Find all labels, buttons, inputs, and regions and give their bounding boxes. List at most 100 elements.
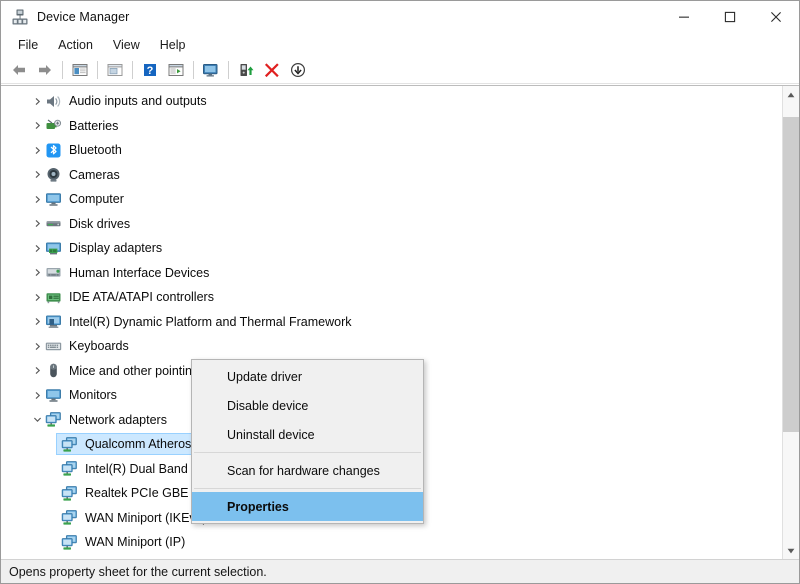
context-menu-item[interactable]: Uninstall device	[192, 420, 423, 449]
minimize-button[interactable]	[661, 1, 707, 33]
back-button[interactable]	[6, 58, 32, 82]
help-button[interactable]: ?	[137, 58, 163, 82]
scrollbar-thumb[interactable]	[783, 117, 799, 432]
tree-row-label: Display adapters	[69, 241, 168, 255]
context-menu-item[interactable]: Scan for hardware changes	[192, 456, 423, 485]
window-controls	[661, 1, 799, 33]
computer-icon	[45, 191, 62, 208]
device-manager-icon	[11, 8, 29, 26]
chevron-right-icon[interactable]	[29, 289, 45, 305]
ide-controller-icon	[45, 289, 62, 306]
tree-row[interactable]: WAN Miniport (IP)	[1, 530, 782, 555]
disable-device-button[interactable]	[285, 58, 311, 82]
keyboard-icon	[45, 338, 62, 355]
status-bar: Opens property sheet for the current sel…	[1, 559, 799, 583]
vertical-scrollbar[interactable]	[782, 86, 799, 559]
network-adapter-icon	[61, 509, 78, 526]
tree-row-label: Computer	[69, 192, 130, 206]
context-menu-separator	[194, 488, 421, 489]
window-title: Device Manager	[37, 10, 129, 24]
forward-button[interactable]	[32, 58, 58, 82]
show-hide-console-tree-button[interactable]	[67, 58, 93, 82]
show-hide-action-pane-button[interactable]	[163, 58, 189, 82]
tree-row-label: Monitors	[69, 388, 123, 402]
chevron-down-icon[interactable]	[29, 412, 45, 428]
chevron-right-icon[interactable]	[29, 142, 45, 158]
context-menu-item[interactable]: Update driver	[192, 362, 423, 391]
chevron-right-icon[interactable]	[29, 363, 45, 379]
tree-row[interactable]: Audio inputs and outputs	[1, 89, 782, 114]
tree-row[interactable]: Computer	[1, 187, 782, 212]
chevron-right-icon[interactable]	[29, 93, 45, 109]
tree-row[interactable]: Display adapters	[1, 236, 782, 261]
context-menu[interactable]: Update driver Disable device Uninstall dev…	[191, 359, 424, 524]
thermal-framework-icon	[45, 313, 62, 330]
update-driver-button[interactable]	[233, 58, 259, 82]
tree-row-label: Disk drives	[69, 217, 136, 231]
mouse-icon	[45, 362, 62, 379]
svg-text:?: ?	[147, 65, 154, 77]
chevron-right-icon[interactable]	[29, 118, 45, 134]
tree-row-label: Human Interface Devices	[69, 266, 215, 280]
menu-item-help[interactable]: Help	[151, 35, 195, 55]
battery-icon	[45, 117, 62, 134]
camera-icon	[45, 166, 62, 183]
toolbar-separator	[97, 61, 98, 79]
tree-row[interactable]: Disk drives	[1, 212, 782, 237]
toolbar-separator	[132, 61, 133, 79]
scroll-down-arrow-icon[interactable]	[783, 542, 799, 559]
chevron-right-icon[interactable]	[29, 240, 45, 256]
tree-row-label: Audio inputs and outputs	[69, 94, 213, 108]
monitor-icon	[45, 387, 62, 404]
context-menu-item[interactable]: Properties	[192, 492, 423, 521]
menu-item-view[interactable]: View	[104, 35, 149, 55]
chevron-right-icon[interactable]	[29, 314, 45, 330]
chevron-right-icon[interactable]	[29, 265, 45, 281]
toolbar-separator	[228, 61, 229, 79]
network-adapter-icon	[61, 534, 78, 551]
menu-bar: File Action View Help	[1, 33, 799, 56]
context-menu-item-label: Disable device	[227, 399, 308, 413]
menu-item-action[interactable]: Action	[49, 35, 102, 55]
status-bar-text: Opens property sheet for the current sel…	[9, 565, 267, 579]
toolbar: ?	[1, 56, 799, 84]
tree-row[interactable]: Bluetooth	[1, 138, 782, 163]
tree-row-label: Intel(R) Dynamic Platform and Thermal Fr…	[69, 315, 357, 329]
toolbar-separator	[62, 61, 63, 79]
maximize-button[interactable]	[707, 1, 753, 33]
properties-button[interactable]	[102, 58, 128, 82]
disk-drive-icon	[45, 215, 62, 232]
tree-row[interactable]: Keyboards	[1, 334, 782, 359]
tree-row-label: Bluetooth	[69, 143, 128, 157]
context-menu-separator	[194, 452, 421, 453]
toolbar-separator	[193, 61, 194, 79]
scroll-up-arrow-icon[interactable]	[783, 86, 799, 103]
tree-row-label: Batteries	[69, 119, 124, 133]
network-adapter-icon	[61, 485, 78, 502]
speaker-icon	[45, 93, 62, 110]
menu-item-file[interactable]: File	[9, 35, 47, 55]
tree-row[interactable]: IDE ATA/ATAPI controllers	[1, 285, 782, 310]
chevron-right-icon[interactable]	[29, 191, 45, 207]
context-menu-item-label: Properties	[227, 500, 289, 514]
chevron-right-icon[interactable]	[29, 338, 45, 354]
bluetooth-icon	[45, 142, 62, 159]
scan-for-hardware-changes-button[interactable]	[198, 58, 224, 82]
tree-row[interactable]: Human Interface Devices	[1, 261, 782, 286]
context-menu-item-label: Scan for hardware changes	[227, 464, 380, 478]
tree-row-label: IDE ATA/ATAPI controllers	[69, 290, 220, 304]
chevron-right-icon[interactable]	[29, 167, 45, 183]
title-bar: Device Manager	[1, 1, 799, 33]
chevron-right-icon[interactable]	[29, 387, 45, 403]
chevron-right-icon[interactable]	[29, 216, 45, 232]
context-menu-item-label: Update driver	[227, 370, 302, 384]
uninstall-device-button[interactable]	[259, 58, 285, 82]
tree-row[interactable]: Cameras	[1, 163, 782, 188]
close-button[interactable]	[753, 1, 799, 33]
network-adapter-icon	[61, 436, 78, 453]
context-menu-item-label: Uninstall device	[227, 428, 315, 442]
context-menu-item[interactable]: Disable device	[192, 391, 423, 420]
tree-row[interactable]: Intel(R) Dynamic Platform and Thermal Fr…	[1, 310, 782, 335]
tree-row[interactable]: Batteries	[1, 114, 782, 139]
network-adapter-icon	[45, 411, 62, 428]
